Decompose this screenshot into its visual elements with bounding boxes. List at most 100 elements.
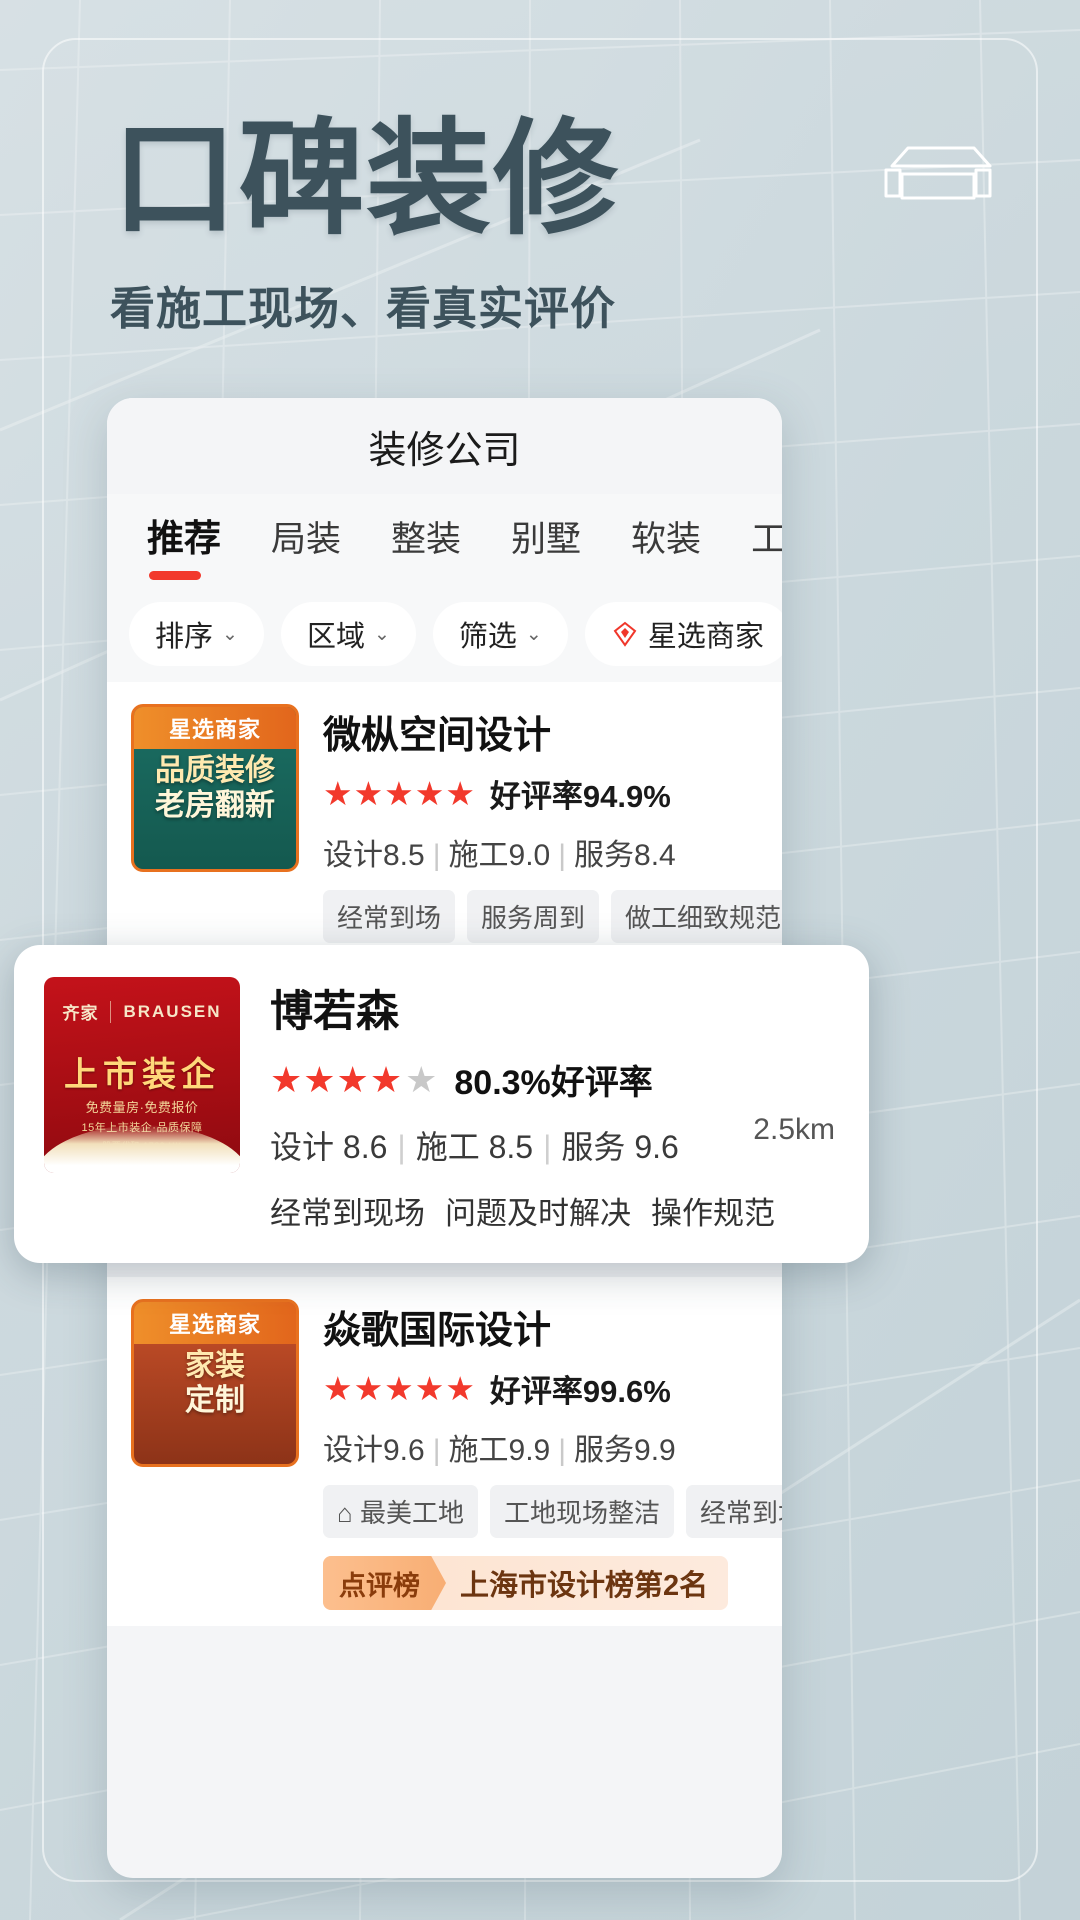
positive-rate: 好评率94.9% <box>489 779 671 814</box>
sofa-icon <box>884 146 992 200</box>
star-merchant-badge: 星选商家 <box>134 707 296 749</box>
rating-line: ★★★★★ 好评率99.6% <box>323 1366 758 1411</box>
list-item[interactable]: 星选商家 家装 定制 焱歌国际设计 ★★★★★ 好评率99.6% 设计9.6 | 施… <box>107 1277 782 1626</box>
filter-chip-star-merchant[interactable]: 星选商家 <box>584 602 782 666</box>
score-design-value: 8.6 <box>342 1129 388 1165</box>
filter-chip-star-merchant-label: 星选商家 <box>647 621 764 653</box>
score-design-value: 8.5 <box>383 839 425 872</box>
rank-badge-row[interactable]: 点评榜 上海市设计榜第2名 <box>323 1556 729 1610</box>
score-design-label: 设计 <box>323 839 383 872</box>
merchant-thumbnail[interactable]: 星选商家 家装 定制 <box>131 1299 299 1467</box>
positive-rate: 好评率99.6% <box>489 1374 671 1409</box>
distance-label: 2.5km <box>753 1113 835 1146</box>
score-divider: | <box>432 1434 441 1467</box>
tag-item-best-site: ⌂ 最美工地 <box>323 1485 478 1538</box>
brand-divider <box>110 1000 112 1023</box>
list-divider <box>107 1263 782 1277</box>
thumbnail-text: 品质装修 老房翻新 <box>134 753 296 824</box>
brand-left-label: 齐家 <box>62 1004 99 1023</box>
ranking-text: 上海市设计榜第2名 <box>460 1570 709 1602</box>
thumbnail-text: 家装 定制 <box>134 1348 296 1419</box>
tag-item: 服务周到 <box>467 890 600 943</box>
tab-villa[interactable]: 别墅 <box>489 511 609 568</box>
score-construction-label: 施工 <box>415 1129 480 1165</box>
score-construction-label: 施工 <box>448 839 509 872</box>
filter-chip-area-label: 区域 <box>306 621 365 653</box>
brand-right-label: BRAUSEN <box>123 1001 222 1021</box>
merchant-info: 焱歌国际设计 ★★★★★ 好评率99.6% 设计9.6 | 施工9.9 | 服务9.9 … <box>299 1299 782 1610</box>
thumbnail-line-2: 老房翻新 <box>155 789 275 823</box>
score-line: 设计8.5 | 施工9.0 | 服务8.4 <box>323 830 758 874</box>
tab-full-renovation[interactable]: 整装 <box>369 511 489 568</box>
tag-item: 经常到现场 <box>270 1196 425 1231</box>
tab-recommend[interactable]: 推荐 <box>125 508 249 580</box>
filter-chip-area[interactable]: 区域 ⌄ <box>280 602 416 666</box>
score-design-label: 设计 <box>323 1434 383 1467</box>
thumbnail-line-2: 定制 <box>185 1384 245 1418</box>
score-service-value: 9.6 <box>634 1129 679 1165</box>
tag-item: 经常到场 <box>323 890 456 943</box>
merchant-thumbnail[interactable]: 星选商家 品质装修 老房翻新 <box>131 704 299 872</box>
score-divider: | <box>543 1129 552 1165</box>
chevron-down-icon: ⌄ <box>525 623 542 645</box>
merchant-tags: ⌂ 最美工地 工地现场整洁 经常到场 <box>323 1485 782 1538</box>
merchant-info: 博若森 ★★★★ ★ 80.3%好评率 设计 8.6 | 施工 8.5 | 服务 9.6 … <box>240 977 839 1233</box>
house-icon: ⌂ <box>337 1498 353 1528</box>
tag-item: 做工细致规范 <box>611 890 782 943</box>
page-subheadline: 看施工现场、看真实评价 <box>110 283 617 334</box>
positive-rate: 80.3%好评率 <box>454 1064 653 1102</box>
rating-line: ★★★★ ★ 80.3%好评率 <box>270 1055 839 1104</box>
thumbnail-sub-1: 免费量房·免费报价 <box>85 1100 199 1115</box>
tag-item: 工地现场整洁 <box>489 1485 674 1538</box>
score-service-label: 服务 <box>574 1434 635 1467</box>
score-line: 设计9.6 | 施工9.9 | 服务9.9 <box>323 1425 758 1469</box>
chevron-down-icon: ⌄ <box>373 623 390 645</box>
rank-badge-wrap: 点评榜 上海市设计榜第2名 <box>323 1556 729 1610</box>
score-divider: | <box>397 1129 406 1165</box>
category-tabs[interactable]: 推荐 局装 整装 别墅 软装 工装 <box>107 494 782 580</box>
filter-chip-filter-label: 筛选 <box>458 621 517 653</box>
star-merchant-badge: 星选商家 <box>134 1302 296 1344</box>
star-rating: ★★★★★ <box>270 1058 439 1100</box>
app-header: 装修公司 <box>107 398 782 494</box>
score-service-label: 服务 <box>561 1129 626 1165</box>
filter-chip-bar[interactable]: 排序 ⌄ 区域 ⌄ 筛选 ⌄ 星选商家 诚 <box>107 568 782 682</box>
page-headline: 口碑装修 <box>112 110 620 249</box>
score-design-value: 9.6 <box>383 1434 425 1467</box>
merchant-name[interactable]: 焱歌国际设计 <box>323 1299 758 1354</box>
score-construction-value: 8.5 <box>488 1129 534 1165</box>
chevron-down-icon: ⌄ <box>222 623 238 645</box>
rating-line: ★★★★★ 好评率94.9% <box>323 771 758 816</box>
merchant-thumbnail[interactable]: 齐家 BRAUSEN 上市装企 免费量房·免费报价 15年上市装企·品质保障 股… <box>44 977 240 1173</box>
brand-bar: 齐家 BRAUSEN <box>44 999 240 1024</box>
score-construction-value: 9.9 <box>508 1434 551 1467</box>
tag-item: 经常到场 <box>685 1485 782 1538</box>
gem-icon <box>611 620 639 648</box>
thumbnail-line-1: 家装 <box>185 1349 245 1382</box>
highlighted-merchant-card[interactable]: 齐家 BRAUSEN 上市装企 免费量房·免费报价 15年上市装企·品质保障 股… <box>14 945 869 1263</box>
score-construction-value: 9.0 <box>508 839 551 872</box>
merchant-tags: 经常到现场 问题及时解决 操作规范 <box>270 1188 839 1233</box>
tab-partial-renovation[interactable]: 局装 <box>249 511 369 568</box>
tab-commercial[interactable]: 工装 <box>729 511 782 568</box>
thumbnail-line-1: 品质装修 <box>155 754 275 787</box>
filter-chip-sort-label: 排序 <box>155 621 214 653</box>
star-rating: ★★★★★ <box>323 1370 476 1407</box>
score-divider: | <box>558 1434 567 1467</box>
tag-item: 问题及时解决 <box>445 1196 631 1231</box>
star-empty-icon: ★ <box>405 1058 439 1100</box>
merchant-name[interactable]: 微枞空间设计 <box>323 704 758 759</box>
thumbnail-headline: 上市装企 <box>64 1056 220 1094</box>
score-design-label: 设计 <box>270 1129 335 1165</box>
page-title: 装修公司 <box>368 429 521 472</box>
tag-item: 操作规范 <box>651 1196 775 1231</box>
merchant-name[interactable]: 博若森 <box>270 977 839 1039</box>
tag-label: 最美工地 <box>359 1498 464 1528</box>
score-service-value: 9.9 <box>634 1434 676 1467</box>
tab-soft-decoration[interactable]: 软装 <box>609 511 729 568</box>
filter-chip-filter[interactable]: 筛选 ⌄ <box>432 602 568 666</box>
merchant-tags: 经常到场 服务周到 做工细致规范 <box>323 890 782 943</box>
score-construction-label: 施工 <box>448 1434 509 1467</box>
filter-chip-sort[interactable]: 排序 ⌄ <box>129 602 264 666</box>
score-divider: | <box>432 839 441 872</box>
